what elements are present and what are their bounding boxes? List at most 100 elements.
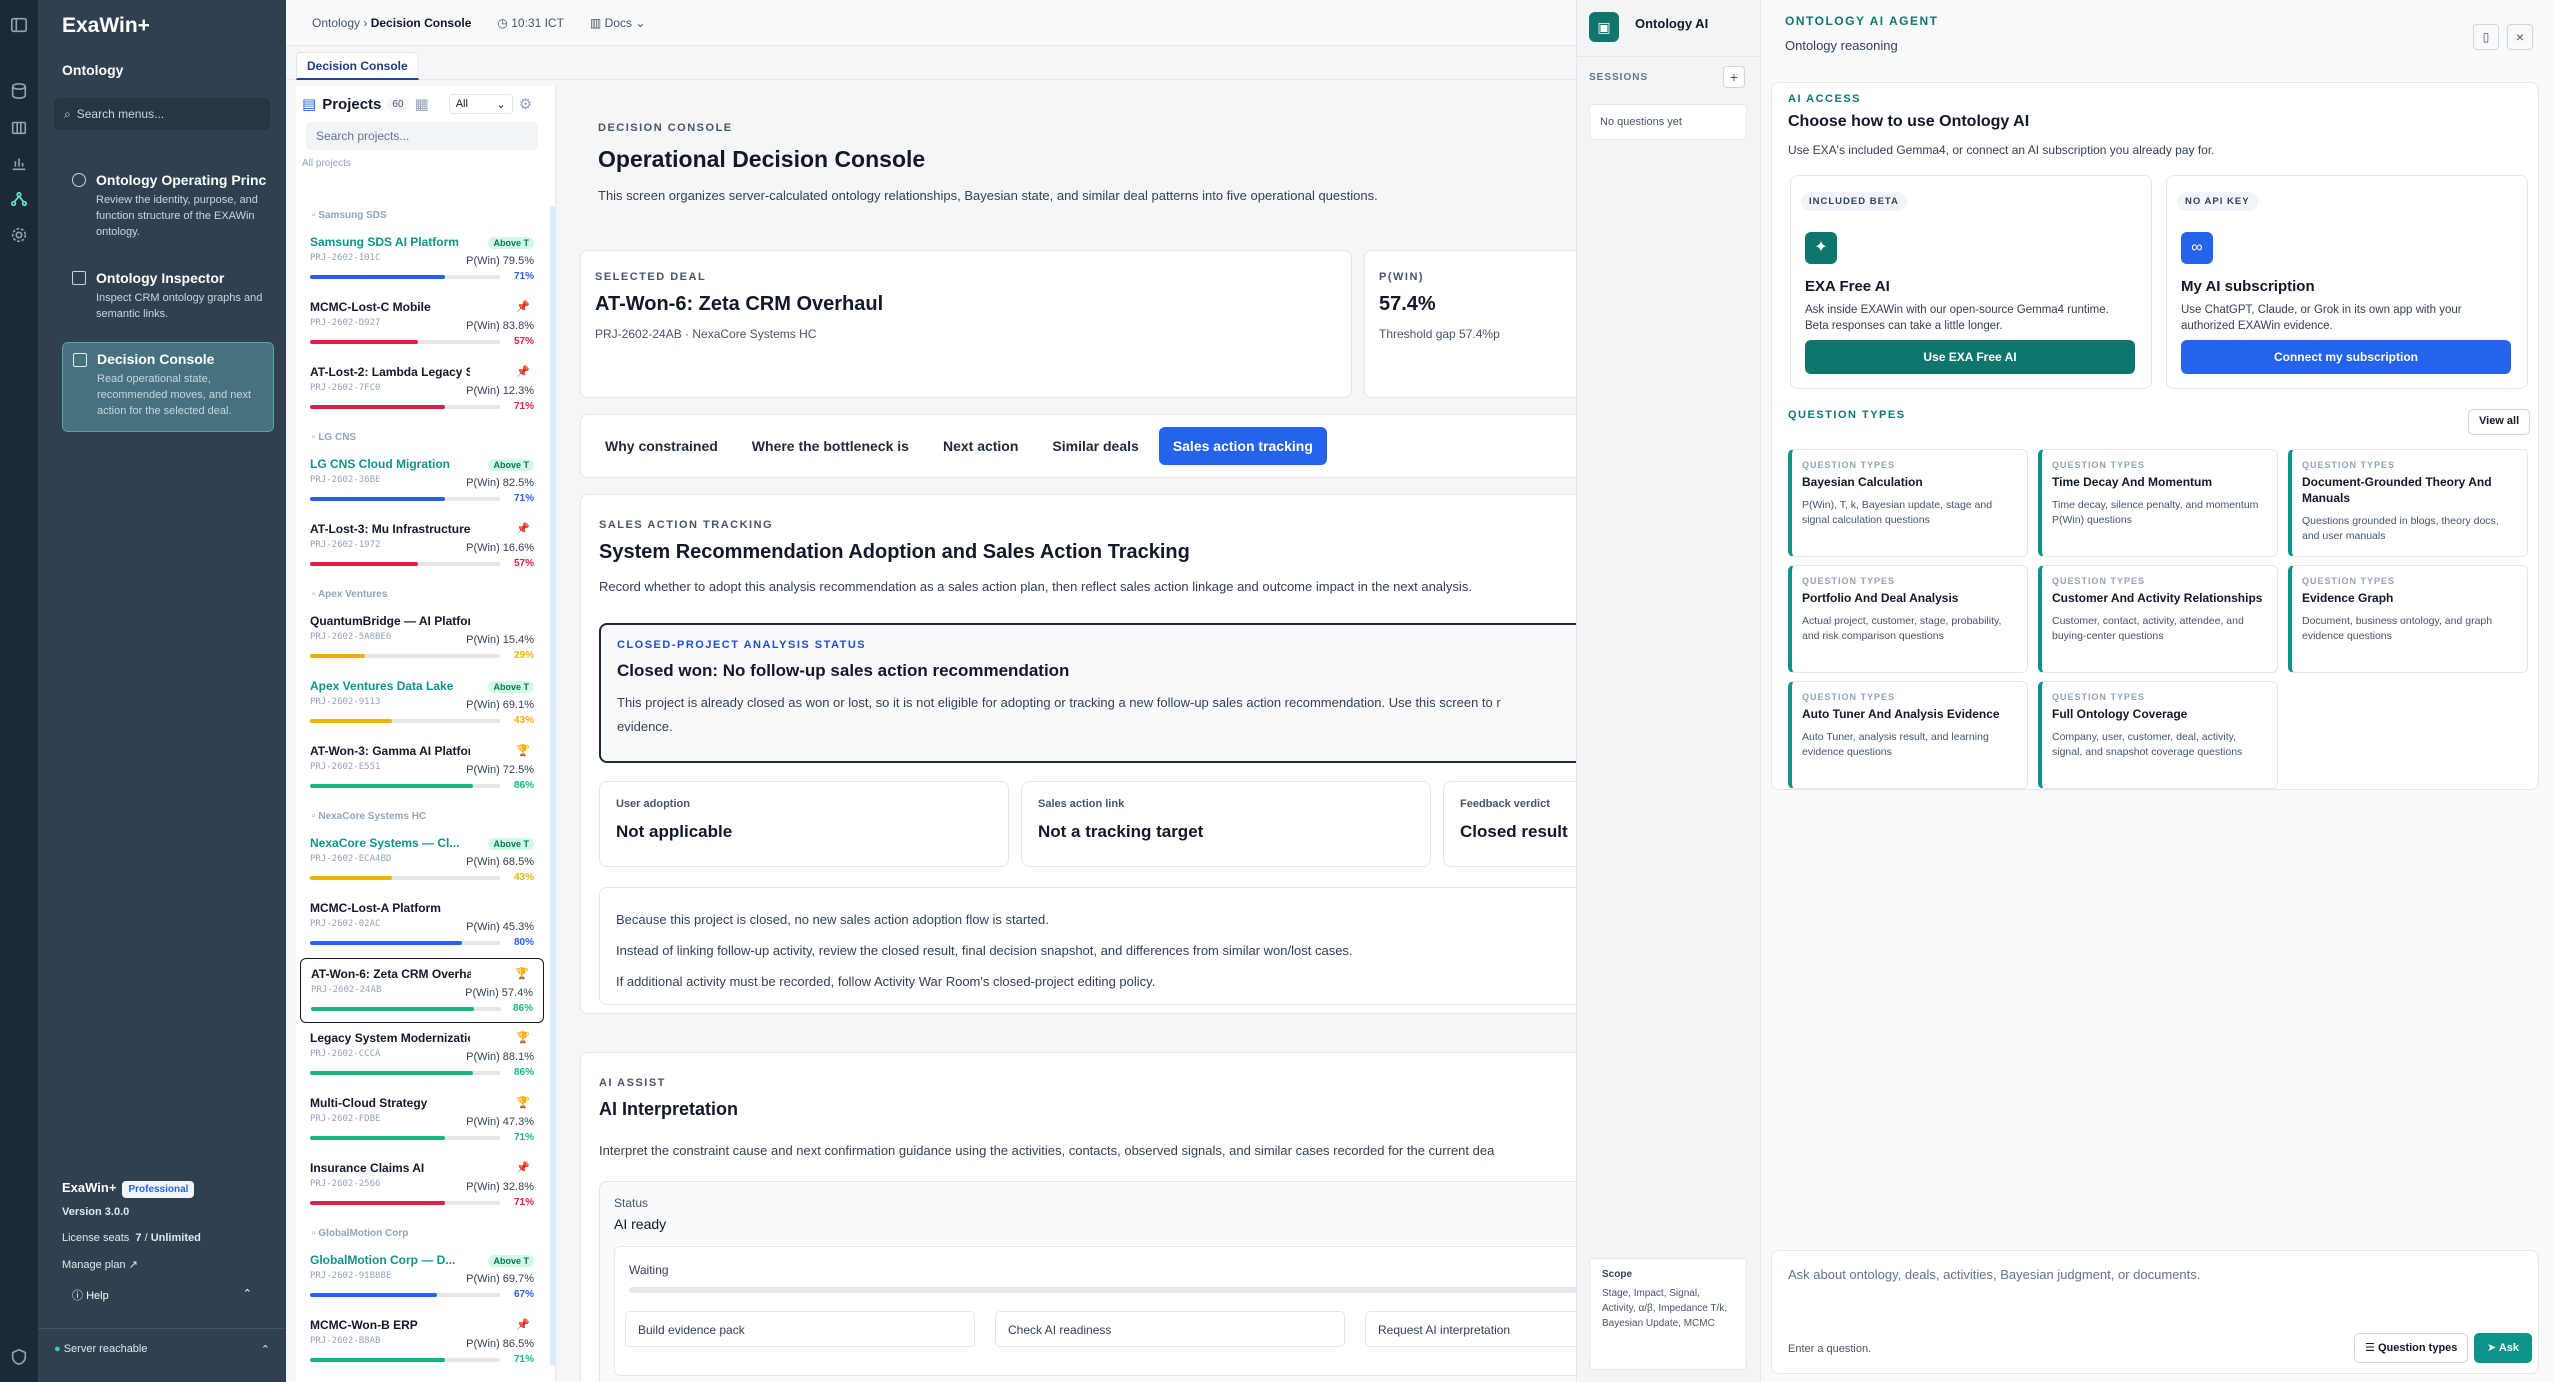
project-progress-bar	[310, 1201, 500, 1205]
console-label: DECISION CONSOLE	[598, 122, 733, 134]
project-pwin: P(Win) 15.4%	[466, 634, 534, 646]
question-type-card[interactable]: QUESTION TYPES Full Ontology Coverage Comp…	[2038, 681, 2278, 789]
project-name: AT-Lost-3: Mu Infrastructure	[310, 522, 470, 536]
document-icon	[73, 353, 87, 367]
ai-status-box: Status AI ready Waiting Build evidence p…	[599, 1181, 1576, 1382]
tab-question-3[interactable]: Similar deals	[1038, 427, 1152, 465]
question-type-card[interactable]: QUESTION TYPES Evidence Graph Document, bu…	[2288, 565, 2528, 673]
pwin-card: P(WIN) 57.4% Threshold gap 57.4%p	[1364, 250, 1576, 398]
gear-icon[interactable]	[8, 224, 30, 246]
docs-menu[interactable]: ▥ Docs ⌄	[590, 16, 645, 30]
project-item[interactable]: QuantumBridge — AI Platform PoCPRJ-2602-…	[300, 606, 544, 671]
project-pwin: P(Win) 12.3%	[466, 385, 534, 397]
project-item[interactable]: AT-Won-6: Zeta CRM Overhaul 🏆 PRJ-2602-24A…	[300, 958, 544, 1023]
panel-toggle-icon[interactable]	[8, 14, 30, 36]
close-icon[interactable]: ×	[2507, 24, 2533, 50]
my-subscription-option[interactable]: NO API KEY ∞ My AI subscription Use Chat…	[2166, 175, 2528, 389]
project-pwin: P(Win) 79.5%	[466, 255, 534, 267]
question-input[interactable]: Ask about ontology, deals, activities, B…	[1788, 1267, 2200, 1282]
tab-question-1[interactable]: Where the bottleneck is	[738, 427, 923, 465]
project-name: Apex Ventures Data Lake	[310, 679, 454, 693]
tracking-title: System Recommendation Adoption and Sales…	[599, 541, 1190, 563]
project-name: QuantumBridge — AI Platform PoC	[310, 614, 470, 628]
project-pwin: P(Win) 45.3%	[466, 921, 534, 933]
project-item[interactable]: Apex Ventures Data Lake Above T PRJ-2602-9…	[300, 671, 544, 736]
project-progress-fill	[310, 941, 462, 945]
ask-button[interactable]: ➤ Ask	[2474, 1333, 2532, 1363]
exa-free-ai-option[interactable]: INCLUDED BETA ✦ EXA Free AI Ask inside E…	[1790, 175, 2152, 389]
project-item[interactable]: Legacy System Modernization 🏆 PRJ-2602-CCC…	[300, 1023, 544, 1088]
project-item[interactable]: NexaCore Systems — Cl... Above T PRJ-2602-…	[300, 828, 544, 893]
question-tabs: Why constrained Where the bottleneck is Ne…	[580, 414, 1576, 478]
shield-icon[interactable]	[8, 1346, 30, 1368]
use-exa-free-ai-button[interactable]: Use EXA Free AI	[1805, 340, 2135, 374]
view-all-button[interactable]: View all	[2468, 409, 2531, 435]
question-types-button[interactable]: ☰ Question types	[2354, 1333, 2469, 1363]
project-scrollbar[interactable]	[550, 206, 555, 1366]
ai-step-button[interactable]: Build evidence pack	[625, 1311, 975, 1347]
building-icon[interactable]	[8, 116, 30, 138]
new-session-button[interactable]: +	[1723, 66, 1745, 88]
ontology-icon[interactable]	[8, 188, 30, 210]
icon-rail	[0, 0, 38, 1382]
question-type-card[interactable]: QUESTION TYPES Portfolio And Deal Analysi…	[1788, 565, 2028, 673]
sidebar-item-decision-console[interactable]: Decision Console Read operational state,…	[62, 342, 274, 432]
tab-decision-console[interactable]: Decision Console	[296, 52, 419, 80]
menu-search-input[interactable]: ⌕ Search menus...	[54, 98, 270, 130]
project-item[interactable]: LG CNS Cloud Migration Above T PRJ-2602-36…	[300, 449, 544, 514]
question-type-card[interactable]: QUESTION TYPES Auto Tuner And Analysis Ev…	[1788, 681, 2028, 789]
project-item[interactable]: MCMC-Lost-A Platform PRJ-2602-02AC P(Win) …	[300, 893, 544, 958]
above-threshold-badge: Above T	[488, 459, 534, 471]
sidebar-toggle-icon[interactable]: ▯	[2473, 24, 2499, 50]
project-item[interactable]: AT-Won-3: Gamma AI Platform 🏆 PRJ-2602-E55…	[300, 736, 544, 801]
project-group-label: ▫ NexaCore Systems HC	[312, 811, 427, 822]
status-icon: 📌	[516, 301, 530, 313]
license-footer: ExaWin+ Professional Version 3.0.0 Licens…	[62, 1180, 252, 1303]
connect-subscription-button[interactable]: Connect my subscription	[2181, 340, 2511, 374]
project-progress-bar	[310, 876, 500, 880]
sidebar-item-ontology-inspector[interactable]: Ontology Inspector Inspect CRM ontology …	[62, 270, 272, 322]
project-progress-fill	[310, 1201, 445, 1205]
project-percent: 71%	[513, 493, 534, 504]
question-type-card[interactable]: QUESTION TYPES Bayesian Calculation P(Win)…	[1788, 449, 2028, 557]
sidebar-item-operating-principles[interactable]: Ontology Operating Princ Review the iden…	[62, 172, 272, 240]
project-name: LG CNS Cloud Migration	[310, 457, 450, 471]
progress-bar	[629, 1287, 1576, 1293]
tab-question-0[interactable]: Why constrained	[591, 427, 732, 465]
project-item[interactable]: Insurance Claims AI 📌 PRJ-2602-2566 P(Win) …	[300, 1153, 544, 1218]
project-item[interactable]: Multi-Cloud Strategy 🏆 PRJ-2602-FDBE P(Win)…	[300, 1088, 544, 1153]
project-item[interactable]: Samsung SDS AI Platform Above T PRJ-2602-1…	[300, 227, 544, 292]
project-item[interactable]: AT-Lost-2: Lambda Legacy Sy...📌PRJ-2602-…	[300, 357, 544, 422]
project-filter-select[interactable]: All ⌄	[448, 94, 513, 114]
project-search-input[interactable]: Search projects...	[306, 122, 538, 150]
manage-plan-link[interactable]: Manage plan ↗	[62, 1258, 252, 1271]
project-item[interactable]: AT-Lost-3: Mu Infrastructure 📌 PRJ-2602-19…	[300, 514, 544, 579]
project-progress-fill	[310, 654, 366, 658]
chart-icon[interactable]	[8, 152, 30, 174]
project-progress-bar	[310, 497, 500, 501]
tracking-description: Record whether to adopt this analysis re…	[599, 579, 1472, 594]
sidebar: ExaWin+ Ontology ⌕ Search menus... Ontolo…	[38, 0, 286, 1382]
help-button[interactable]: ⓘ Help ⌃	[62, 1287, 252, 1303]
database-icon[interactable]	[8, 80, 30, 102]
question-type-card[interactable]: QUESTION TYPES Customer And Activity Rela…	[2038, 565, 2278, 673]
project-group-label: ▫ GlobalMotion Corp	[312, 1228, 409, 1239]
tab-question-4[interactable]: Sales action tracking	[1158, 427, 1327, 465]
project-name: MCMC-Lost-A Platform	[310, 901, 441, 915]
ai-step-button[interactable]: Request AI interpretation	[1365, 1311, 1576, 1347]
tab-question-2[interactable]: Next action	[929, 427, 1032, 465]
project-pwin: P(Win) 69.7%	[466, 1273, 534, 1285]
project-group-label: ▫ Apex Ventures	[312, 589, 388, 600]
send-icon: ➤	[2486, 1342, 2497, 1354]
deal-title: AT-Won-6: Zeta CRM Overhaul	[595, 293, 884, 315]
project-pwin: P(Win) 72.5%	[466, 764, 534, 776]
note-line: Because this project is closed, no new s…	[616, 912, 1049, 927]
brand-logo: ExaWin+	[62, 14, 150, 37]
question-type-card[interactable]: QUESTION TYPES Document-Grounded Theory A…	[2288, 449, 2528, 557]
project-item[interactable]: GlobalMotion Corp — D... Above T PRJ-2602-…	[300, 1245, 544, 1310]
project-pwin: P(Win) 88.1%	[466, 1051, 534, 1063]
project-item[interactable]: MCMC-Lost-C Mobile 📌 PRJ-2602-D927 P(Win) 8…	[300, 292, 544, 357]
ai-step-button[interactable]: Check AI readiness	[995, 1311, 1345, 1347]
question-type-card[interactable]: QUESTION TYPES Time Decay And Momentum Tim…	[2038, 449, 2278, 557]
project-item[interactable]: MCMC-Won-B ERP 📌 PRJ-2602-B8AB P(Win) 86.5%…	[300, 1310, 544, 1375]
